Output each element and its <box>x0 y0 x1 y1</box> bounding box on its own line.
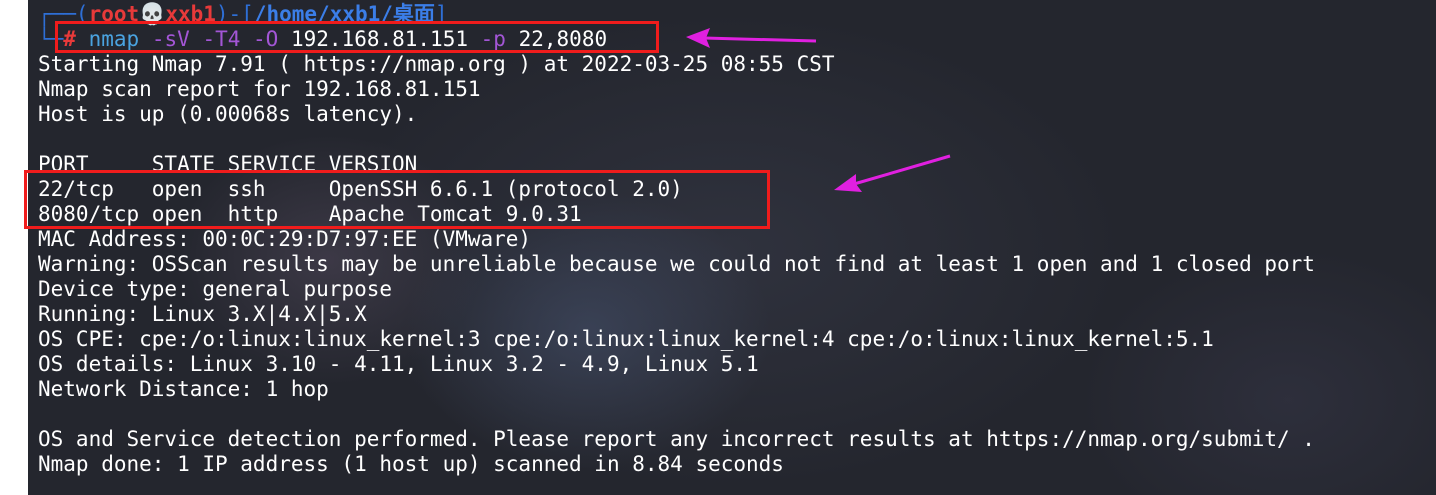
output-line: Network Distance: 1 hop <box>38 377 329 401</box>
output-line: Running: Linux 3.X|4.X|5.X <box>38 302 367 326</box>
output-line: Warning: OSScan results may be unreliabl… <box>38 252 1315 276</box>
output-line: Device type: general purpose <box>38 277 393 301</box>
output-line: OS CPE: cpe:/o:linux:linux_kernel:3 cpe:… <box>38 327 1214 351</box>
output-line: MAC Address: 00:0C:29:D7:97:EE (VMware) <box>38 227 532 251</box>
arrow-icon <box>686 28 817 48</box>
command-highlight-box <box>55 21 659 53</box>
output-line: OS and Service detection performed. Plea… <box>38 427 1315 451</box>
ports-highlight-box <box>24 170 770 229</box>
output-line: Nmap done: 1 IP address (1 host up) scan… <box>38 452 784 476</box>
output-line: Nmap scan report for 192.168.81.151 <box>38 77 481 101</box>
output-line: Host is up (0.00068s latency). <box>38 102 418 126</box>
terminal-window[interactable]: ┌──(root💀xxb1)-[/home/xxb1/桌面] └─# nmap … <box>28 0 1436 495</box>
output-line: Starting Nmap 7.91 ( https://nmap.org ) … <box>38 52 835 76</box>
output-line: OS details: Linux 3.10 - 4.11, Linux 3.2… <box>38 352 759 376</box>
arrow-icon <box>834 154 951 192</box>
